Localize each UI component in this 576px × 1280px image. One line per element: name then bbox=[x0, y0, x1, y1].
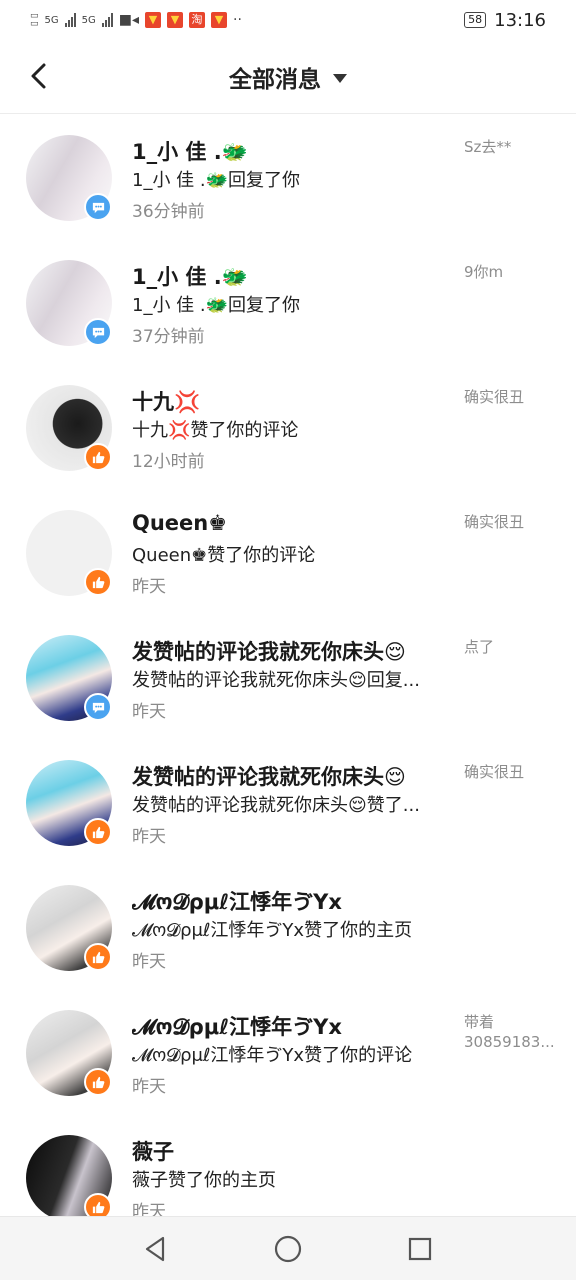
message-text: 1_小 佳 .🐲回复了你 bbox=[132, 170, 301, 191]
thumbs-up-icon bbox=[84, 818, 112, 846]
sender-name: 十九💢 bbox=[132, 390, 201, 414]
referenced-content: 确实很丑 bbox=[464, 388, 525, 406]
sender-name: 发赞帖的评论我就死你床头😌 bbox=[132, 765, 406, 789]
list-item[interactable]: 𝓜ო𝓓ρμℓ江悸年ゔYx 𝓜ო𝓓ρμℓ江悸年ゔYx赞了你的主页 昨天 bbox=[0, 865, 576, 990]
sim-icon: ▭ ▭ bbox=[30, 11, 39, 29]
comment-icon bbox=[84, 693, 112, 721]
video-icon: ■◂ bbox=[118, 12, 140, 28]
message-list: 1_小 佳 .🐲 1_小 佳 .🐲回复了你 36分钟前 Sz去** 1_小 佳 … bbox=[0, 115, 576, 1240]
timestamp: 37分钟前 bbox=[132, 327, 205, 347]
timestamp: 昨天 bbox=[132, 702, 166, 722]
home-circle-icon[interactable] bbox=[268, 1229, 308, 1269]
comment-icon bbox=[84, 193, 112, 221]
back-triangle-icon[interactable] bbox=[136, 1229, 176, 1269]
message-text: Queen♚赞了你的评论 bbox=[132, 545, 316, 566]
recents-square-icon[interactable] bbox=[400, 1229, 440, 1269]
status-icons: ▭ ▭ 5G 5G ■◂ ▼ ▼ 淘 ▼ ·· bbox=[30, 11, 242, 29]
message-text: 1_小 佳 .🐲回复了你 bbox=[132, 295, 301, 316]
timestamp: 36分钟前 bbox=[132, 202, 205, 222]
notification-icon: ▼ bbox=[167, 12, 184, 28]
notification-icon: ▼ bbox=[211, 12, 228, 28]
referenced-content: 9你m bbox=[464, 263, 504, 281]
referenced-content: 确实很丑 bbox=[464, 763, 525, 781]
sender-name: 𝓜ო𝓓ρμℓ江悸年ゔYx bbox=[132, 1015, 342, 1039]
more-dots-icon: ·· bbox=[233, 12, 242, 28]
message-text: 𝓜ო𝓓ρμℓ江悸年ゔYx赞了你的主页 bbox=[132, 920, 413, 941]
taobao-icon: 淘 bbox=[189, 12, 206, 28]
signal-5g-icon: 5G bbox=[81, 14, 96, 26]
list-item[interactable]: 十九💢 十九💢赞了你的评论 12小时前 确实很丑 bbox=[0, 365, 576, 490]
message-filter-dropdown[interactable]: 全部消息 bbox=[0, 60, 576, 94]
referenced-content: 带着 30859183... bbox=[464, 1013, 555, 1051]
timestamp: 昨天 bbox=[132, 1077, 166, 1097]
notification-icon: ▼ bbox=[145, 12, 162, 28]
clock: 13:16 bbox=[494, 9, 546, 31]
system-navigation-bar bbox=[0, 1216, 576, 1280]
referenced-content: 确实很丑 bbox=[464, 513, 525, 531]
list-item[interactable]: 发赞帖的评论我就死你床头😌 发赞帖的评论我就死你床头😌赞了... 昨天 确实很丑 bbox=[0, 740, 576, 865]
list-item[interactable]: 𝓜ო𝓓ρμℓ江悸年ゔYx 𝓜ო𝓓ρμℓ江悸年ゔYx赞了你的评论 昨天 带着 30… bbox=[0, 990, 576, 1115]
message-text: 𝓜ო𝓓ρμℓ江悸年ゔYx赞了你的评论 bbox=[132, 1045, 413, 1066]
sender-name: 发赞帖的评论我就死你床头😌 bbox=[132, 640, 406, 664]
list-item[interactable]: 1_小 佳 .🐲 1_小 佳 .🐲回复了你 37分钟前 9你m bbox=[0, 240, 576, 365]
battery-icon: 58 bbox=[464, 12, 487, 28]
message-text: 薇子赞了你的主页 bbox=[132, 1170, 276, 1191]
sender-name: 𝓜ო𝓓ρμℓ江悸年ゔYx bbox=[132, 890, 342, 914]
header: 全部消息 bbox=[0, 40, 576, 114]
thumbs-up-icon bbox=[84, 443, 112, 471]
signal-bars-icon bbox=[101, 13, 113, 27]
timestamp: 12小时前 bbox=[132, 452, 205, 472]
referenced-content: 点了 bbox=[464, 638, 495, 656]
sender-name: 1_小 佳 .🐲 bbox=[132, 140, 248, 164]
thumbs-up-icon bbox=[84, 1068, 112, 1096]
thumbs-up-icon bbox=[84, 568, 112, 596]
list-item[interactable]: 1_小 佳 .🐲 1_小 佳 .🐲回复了你 36分钟前 Sz去** bbox=[0, 115, 576, 240]
status-bar: ▭ ▭ 5G 5G ■◂ ▼ ▼ 淘 ▼ ·· 58 13:16 bbox=[0, 0, 576, 40]
message-text: 十九💢赞了你的评论 bbox=[132, 420, 299, 441]
timestamp: 昨天 bbox=[132, 952, 166, 972]
comment-icon bbox=[84, 318, 112, 346]
message-text: 发赞帖的评论我就死你床头😌回复... bbox=[132, 670, 420, 691]
signal-bars-icon bbox=[64, 13, 76, 27]
caret-down-icon bbox=[333, 74, 347, 83]
referenced-content: Sz去** bbox=[464, 138, 512, 156]
timestamp: 昨天 bbox=[132, 827, 166, 847]
sender-name: 薇子 bbox=[132, 1140, 174, 1164]
page-title: 全部消息 bbox=[229, 67, 321, 93]
list-item[interactable]: Queen♚ Queen♚赞了你的评论 昨天 确实很丑 bbox=[0, 490, 576, 615]
sender-name: Queen♚ bbox=[132, 511, 228, 535]
signal-5g-icon: 5G bbox=[44, 14, 59, 26]
list-item[interactable]: 发赞帖的评论我就死你床头😌 发赞帖的评论我就死你床头😌回复... 昨天 点了 bbox=[0, 615, 576, 740]
message-text: 发赞帖的评论我就死你床头😌赞了... bbox=[132, 795, 420, 816]
thumbs-up-icon bbox=[84, 943, 112, 971]
timestamp: 昨天 bbox=[132, 577, 166, 597]
sender-name: 1_小 佳 .🐲 bbox=[132, 265, 248, 289]
